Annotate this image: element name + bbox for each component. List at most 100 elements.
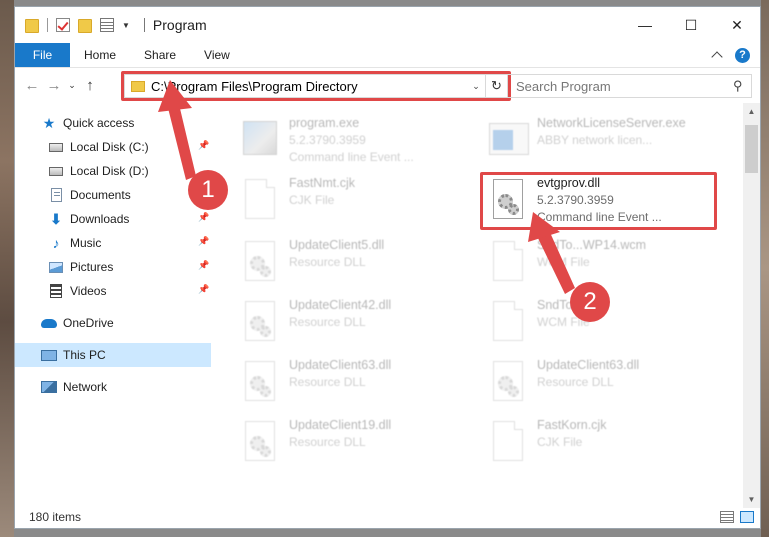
exe-icon xyxy=(243,121,277,155)
sidebar-item-videos[interactable]: Videos 📌 xyxy=(15,279,211,303)
file-name: program.exe xyxy=(289,116,360,130)
main-content: ★ Quick access Local Disk (C:) 📌 Local D… xyxy=(15,103,760,508)
scrollbar-thumb[interactable] xyxy=(745,125,758,173)
sidebar-item-pictures[interactable]: Pictures 📌 xyxy=(15,255,211,279)
title-bar: ▼ Program — ☐ ✕ xyxy=(15,7,760,43)
window-controls: — ☐ ✕ xyxy=(622,7,760,43)
tiles-view-icon[interactable] xyxy=(740,511,754,523)
file-detail: Resource DLL xyxy=(289,375,366,389)
sidebar-item-local-disk-c[interactable]: Local Disk (C:) 📌 xyxy=(15,135,211,159)
file-name: UpdateClient63.dll xyxy=(537,358,640,372)
pin-icon: 📌 xyxy=(198,260,210,270)
documents-icon xyxy=(50,188,62,202)
file-detail: Resource DLL xyxy=(537,375,614,389)
search-box[interactable]: Search Program ⚲ xyxy=(507,74,752,98)
sidebar-item-downloads[interactable]: ⬇ Downloads 📌 xyxy=(15,207,211,231)
file-name: UpdateClient19.dll xyxy=(289,418,392,432)
file-description: Command line Event ... xyxy=(289,150,414,164)
list-item[interactable]: FastKorn.cjk CJK File xyxy=(485,415,725,471)
ribbon-right-controls: ? xyxy=(711,43,760,67)
quick-access-toolbar: ▼ xyxy=(25,17,136,33)
maximize-button[interactable]: ☐ xyxy=(668,7,714,43)
vertical-scrollbar[interactable]: ▲ ▼ xyxy=(743,103,760,508)
list-item[interactable]: program.exe 5.2.3790.3959 Command line E… xyxy=(237,113,477,169)
sidebar-item-local-disk-d[interactable]: Local Disk (D:) xyxy=(15,159,211,183)
file-name: UpdateClient5.dll xyxy=(289,238,385,252)
tab-home[interactable]: Home xyxy=(70,43,130,67)
up-arrow-icon[interactable]: ↑ xyxy=(79,77,101,94)
expand-ribbon-chevron-icon[interactable] xyxy=(711,51,723,63)
onedrive-icon xyxy=(41,318,57,328)
dll-gear-icon xyxy=(245,241,275,281)
sidebar-item-label: OneDrive xyxy=(63,316,114,330)
help-icon[interactable]: ? xyxy=(735,47,750,63)
back-arrow-icon[interactable]: ← xyxy=(21,77,43,94)
star-icon: ★ xyxy=(42,114,56,131)
properties-icon[interactable] xyxy=(100,18,114,32)
blank-file-icon xyxy=(493,301,523,341)
drive-icon xyxy=(49,166,63,176)
file-list: program.exe 5.2.3790.3959 Command line E… xyxy=(211,103,760,508)
details-view-icon[interactable] xyxy=(720,511,734,523)
sidebar-item-label: Quick access xyxy=(63,116,135,130)
pin-icon: 📌 xyxy=(198,212,210,222)
app-window-icon xyxy=(489,123,529,155)
pictures-icon xyxy=(49,261,63,273)
blank-file-icon xyxy=(493,421,523,461)
list-item[interactable]: UpdateClient5.dll Resource DLL xyxy=(237,235,477,291)
view-buttons xyxy=(720,511,754,523)
tab-view[interactable]: View xyxy=(190,43,244,67)
forward-arrow-icon[interactable]: → xyxy=(43,77,65,94)
list-item[interactable]: FastNmt.cjk CJK File xyxy=(237,173,477,229)
sidebar-item-this-pc[interactable]: This PC xyxy=(15,343,211,367)
sidebar-item-label: Videos xyxy=(70,284,107,298)
new-folder-icon[interactable] xyxy=(78,19,92,33)
tab-file[interactable]: File xyxy=(15,43,70,67)
file-name: UpdateClient42.dll xyxy=(289,298,392,312)
callout-1: 1 xyxy=(188,170,228,210)
search-icon[interactable]: ⚲ xyxy=(733,78,743,94)
drive-icon xyxy=(49,142,63,152)
file-detail: Resource DLL xyxy=(289,255,366,269)
list-item[interactable]: UpdateClient42.dll Resource DLL xyxy=(237,295,477,351)
title-separator xyxy=(143,18,145,32)
scroll-up-chevron-icon[interactable]: ▲ xyxy=(743,103,760,120)
sidebar-item-network[interactable]: Network xyxy=(15,375,211,399)
sidebar-item-documents[interactable]: Documents 📌 xyxy=(15,183,211,207)
sidebar-item-quick-access[interactable]: ★ Quick access xyxy=(15,111,211,135)
sidebar-item-label: Music xyxy=(70,236,102,250)
desktop-background-left xyxy=(0,0,14,537)
dll-gear-icon xyxy=(245,301,275,341)
list-item[interactable]: NetworkLicenseServer.exe ABBY network li… xyxy=(485,113,725,169)
dll-gear-icon xyxy=(245,361,275,401)
file-detail: ABBY network licen... xyxy=(537,133,653,147)
status-bar: 180 items xyxy=(15,506,760,528)
this-pc-icon xyxy=(41,349,57,361)
list-item[interactable]: UpdateClient19.dll Resource DLL xyxy=(237,415,477,471)
sidebar-item-label: Pictures xyxy=(70,260,114,274)
properties-check-icon[interactable] xyxy=(56,18,70,32)
blank-file-icon xyxy=(493,241,523,281)
list-item[interactable]: UpdateClient63.dll Resource DLL xyxy=(485,355,725,411)
close-button[interactable]: ✕ xyxy=(714,7,760,43)
sidebar-item-label: This PC xyxy=(63,348,106,362)
tab-share[interactable]: Share xyxy=(130,43,190,67)
list-item[interactable]: UpdateClient63.dll Resource DLL xyxy=(237,355,477,411)
list-item[interactable]: SndTo...WP14.wcm WCM File xyxy=(485,235,725,291)
minimize-button[interactable]: — xyxy=(622,7,668,43)
customize-toolbar-chevron-icon[interactable]: ▼ xyxy=(122,21,130,30)
toolbar-separator xyxy=(47,18,48,32)
item-count: 180 items xyxy=(29,510,82,524)
sidebar-item-music[interactable]: ♪ Music 📌 xyxy=(15,231,211,255)
sidebar-item-onedrive[interactable]: OneDrive xyxy=(15,311,211,335)
folder-icon xyxy=(25,19,39,33)
file-detail: CJK File xyxy=(537,435,583,449)
callout-2: 2 xyxy=(570,282,610,322)
dll-gear-icon xyxy=(493,361,523,401)
file-name: FastKorn.cjk xyxy=(537,418,607,432)
sidebar-item-label: Network xyxy=(63,380,108,394)
sidebar-item-label: Local Disk (D:) xyxy=(70,164,149,178)
explorer-window: ▼ Program — ☐ ✕ File Home Share View ? ←… xyxy=(14,6,761,529)
recent-locations-chevron-icon[interactable]: ⌄ xyxy=(65,80,79,91)
search-input[interactable]: Search Program xyxy=(516,79,611,94)
